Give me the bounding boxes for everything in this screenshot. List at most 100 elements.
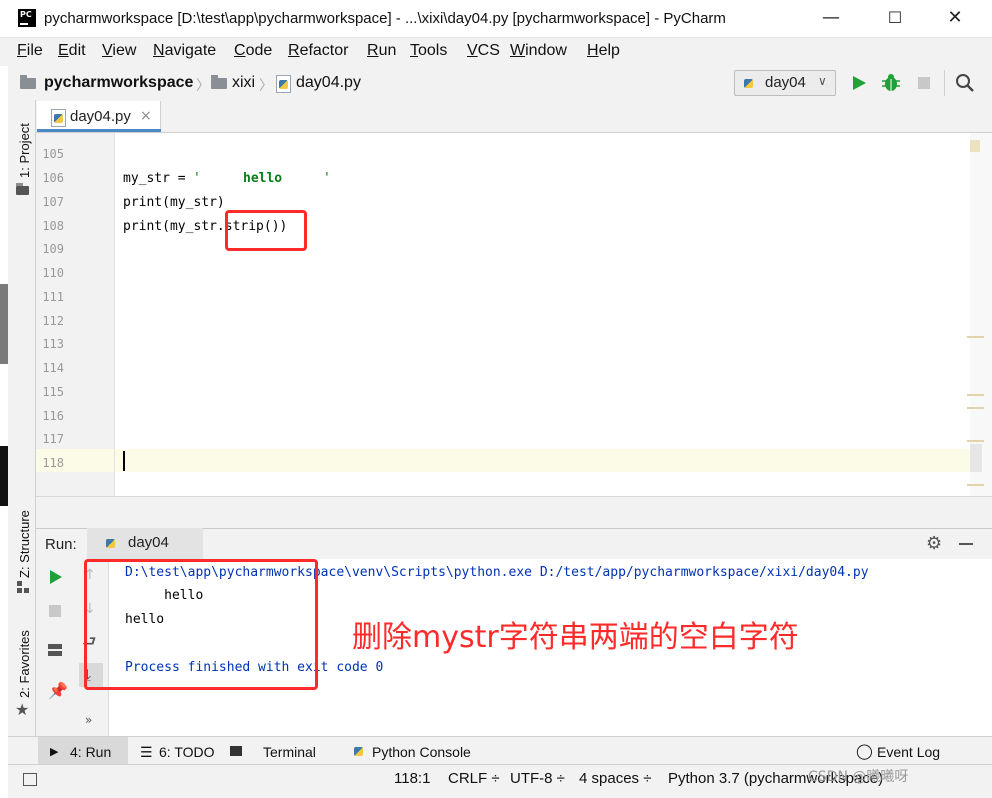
scroll-marker (967, 394, 984, 396)
chevron-down-icon: ∨ (818, 74, 827, 88)
menu-navigate[interactable]: Navigate (153, 42, 216, 60)
code-editor[interactable] (115, 133, 970, 496)
pin-icon[interactable]: 📌 (48, 681, 68, 700)
scroll-thumb[interactable] (970, 444, 982, 472)
menu-tools[interactable]: Tools (410, 42, 447, 60)
line-number: 117 (42, 432, 64, 446)
run-button[interactable] (850, 74, 868, 92)
code-token: ' (193, 171, 201, 186)
run-tool-icon: ▶ (50, 746, 59, 758)
breadcrumb-folder[interactable]: xixi (232, 74, 255, 92)
favorites-tool-button[interactable]: 2: Favorites (17, 630, 32, 698)
line-number: 110 (42, 266, 64, 280)
code-token: ' (323, 171, 331, 186)
run-panel-label: Run: (45, 536, 77, 553)
menu-view[interactable]: View (102, 42, 136, 60)
folder-icon (211, 75, 227, 89)
python-file-icon (276, 75, 291, 93)
star-icon: ★ (15, 700, 30, 719)
line-number: 115 (42, 385, 64, 399)
line-number: 108 (42, 219, 64, 233)
menu-file[interactable]: File (17, 42, 43, 60)
structure-icon (17, 581, 29, 593)
line-number: 107 (42, 195, 64, 209)
menu-edit[interactable]: Edit (58, 42, 86, 60)
line-number: 109 (42, 242, 64, 256)
menu-help[interactable]: Help (587, 42, 620, 60)
search-icon[interactable] (955, 73, 975, 93)
current-line-highlight (115, 449, 970, 472)
maximize-button[interactable]: ☐ (872, 8, 918, 30)
indent-selector[interactable]: 4 spaces ÷ (579, 770, 651, 787)
editor-bottom-area (36, 496, 992, 529)
title-bar: PC pycharmworkspace [D:\test\app\pycharm… (0, 0, 992, 38)
python-file-icon (51, 109, 66, 127)
more-actions-icon[interactable]: » (85, 713, 92, 727)
code-token: hello (243, 171, 283, 186)
desktop-background (0, 284, 8, 364)
hide-panel-icon[interactable] (959, 543, 973, 545)
scroll-marker (967, 484, 984, 486)
menu-vcs[interactable]: VCS (467, 42, 500, 60)
run-configuration-label: day04 (765, 74, 806, 91)
menu-code[interactable]: Code (234, 42, 272, 60)
editor-tab-label: day04.py (70, 108, 131, 125)
annotation-highlight-box (225, 210, 307, 251)
python-console-tool-button[interactable]: Python Console (372, 744, 471, 760)
todo-tool-button[interactable]: 6: TODO (159, 744, 215, 760)
menu-window[interactable]: Window (510, 42, 567, 60)
menu-refactor[interactable]: Refactor (288, 42, 348, 60)
menu-bar: File Edit View Navigate Code Refactor Ru… (0, 38, 992, 66)
text-caret (123, 451, 125, 471)
line-number: 114 (42, 361, 64, 375)
structure-tool-button[interactable]: Z: Structure (17, 510, 32, 578)
code-token: my_str = (123, 171, 194, 186)
line-number: 118 (42, 456, 64, 470)
terminal-tool-button[interactable]: Terminal (263, 744, 316, 760)
navigation-bar: pycharmworkspace 〉 xixi 〉 day04.py (8, 66, 992, 101)
project-folder-icon (16, 183, 29, 195)
run-configuration-select[interactable]: day04 ∨ (734, 70, 836, 96)
python-icon (104, 535, 117, 551)
breadcrumb-project[interactable]: pycharmworkspace (44, 74, 193, 92)
project-tool-button[interactable]: 1: Project (17, 123, 32, 178)
line-number: 116 (42, 409, 64, 423)
minimize-button[interactable]: — (808, 8, 854, 30)
stop-button[interactable] (918, 77, 930, 89)
stop-icon[interactable] (49, 605, 61, 617)
code-line-106: my_str = ' hello ' (123, 171, 331, 186)
encoding-selector[interactable]: UTF-8 ÷ (510, 770, 565, 787)
breadcrumb-file[interactable]: day04.py (296, 74, 361, 92)
close-button[interactable]: ✕ (932, 8, 978, 30)
editor-tab-bar (36, 100, 992, 133)
active-tab-indicator (37, 129, 161, 132)
toggle-tool-windows-icon[interactable] (23, 773, 37, 786)
editor-tab-day04[interactable]: day04.py × (37, 101, 161, 132)
terminal-icon (230, 746, 242, 756)
inspection-status-icon[interactable] (970, 140, 980, 152)
project-folder-icon (20, 75, 36, 89)
scroll-marker (967, 440, 984, 442)
tool-window-bar: ▶ 4: Run ☰ 6: TODO Terminal Python Conso… (8, 736, 992, 765)
line-number: 105 (42, 147, 64, 161)
line-number: 106 (42, 171, 64, 185)
gear-icon[interactable]: ⚙ (926, 533, 942, 554)
code-line-107: print(my_str) (123, 195, 225, 210)
desktop-background (0, 446, 8, 506)
rerun-icon[interactable] (48, 569, 64, 585)
debug-button[interactable] (881, 73, 901, 93)
line-separator-selector[interactable]: CRLF ÷ (448, 770, 500, 787)
layout-icon[interactable] (47, 643, 63, 657)
caret-position[interactable]: 118:1 (394, 770, 430, 787)
event-log-tool-button[interactable]: Event Log (877, 744, 940, 760)
code-token: print(my_str. (123, 219, 225, 234)
window-title: pycharmworkspace [D:\test\app\pycharmwor… (44, 10, 726, 27)
menu-run[interactable]: Run (367, 42, 396, 60)
run-tab-day04[interactable]: day04 (87, 528, 203, 559)
watermark: CSDN @曦曦呀 (808, 769, 909, 785)
close-tab-icon[interactable]: × (140, 108, 152, 124)
run-tool-button[interactable]: 4: Run (70, 744, 111, 760)
line-number: 111 (42, 290, 64, 304)
left-tool-strip: 1: Project Z: Structure 2: Favorites ★ (8, 100, 36, 736)
annotation-note: 删除mystr字符串两端的空白字符 (352, 620, 799, 655)
